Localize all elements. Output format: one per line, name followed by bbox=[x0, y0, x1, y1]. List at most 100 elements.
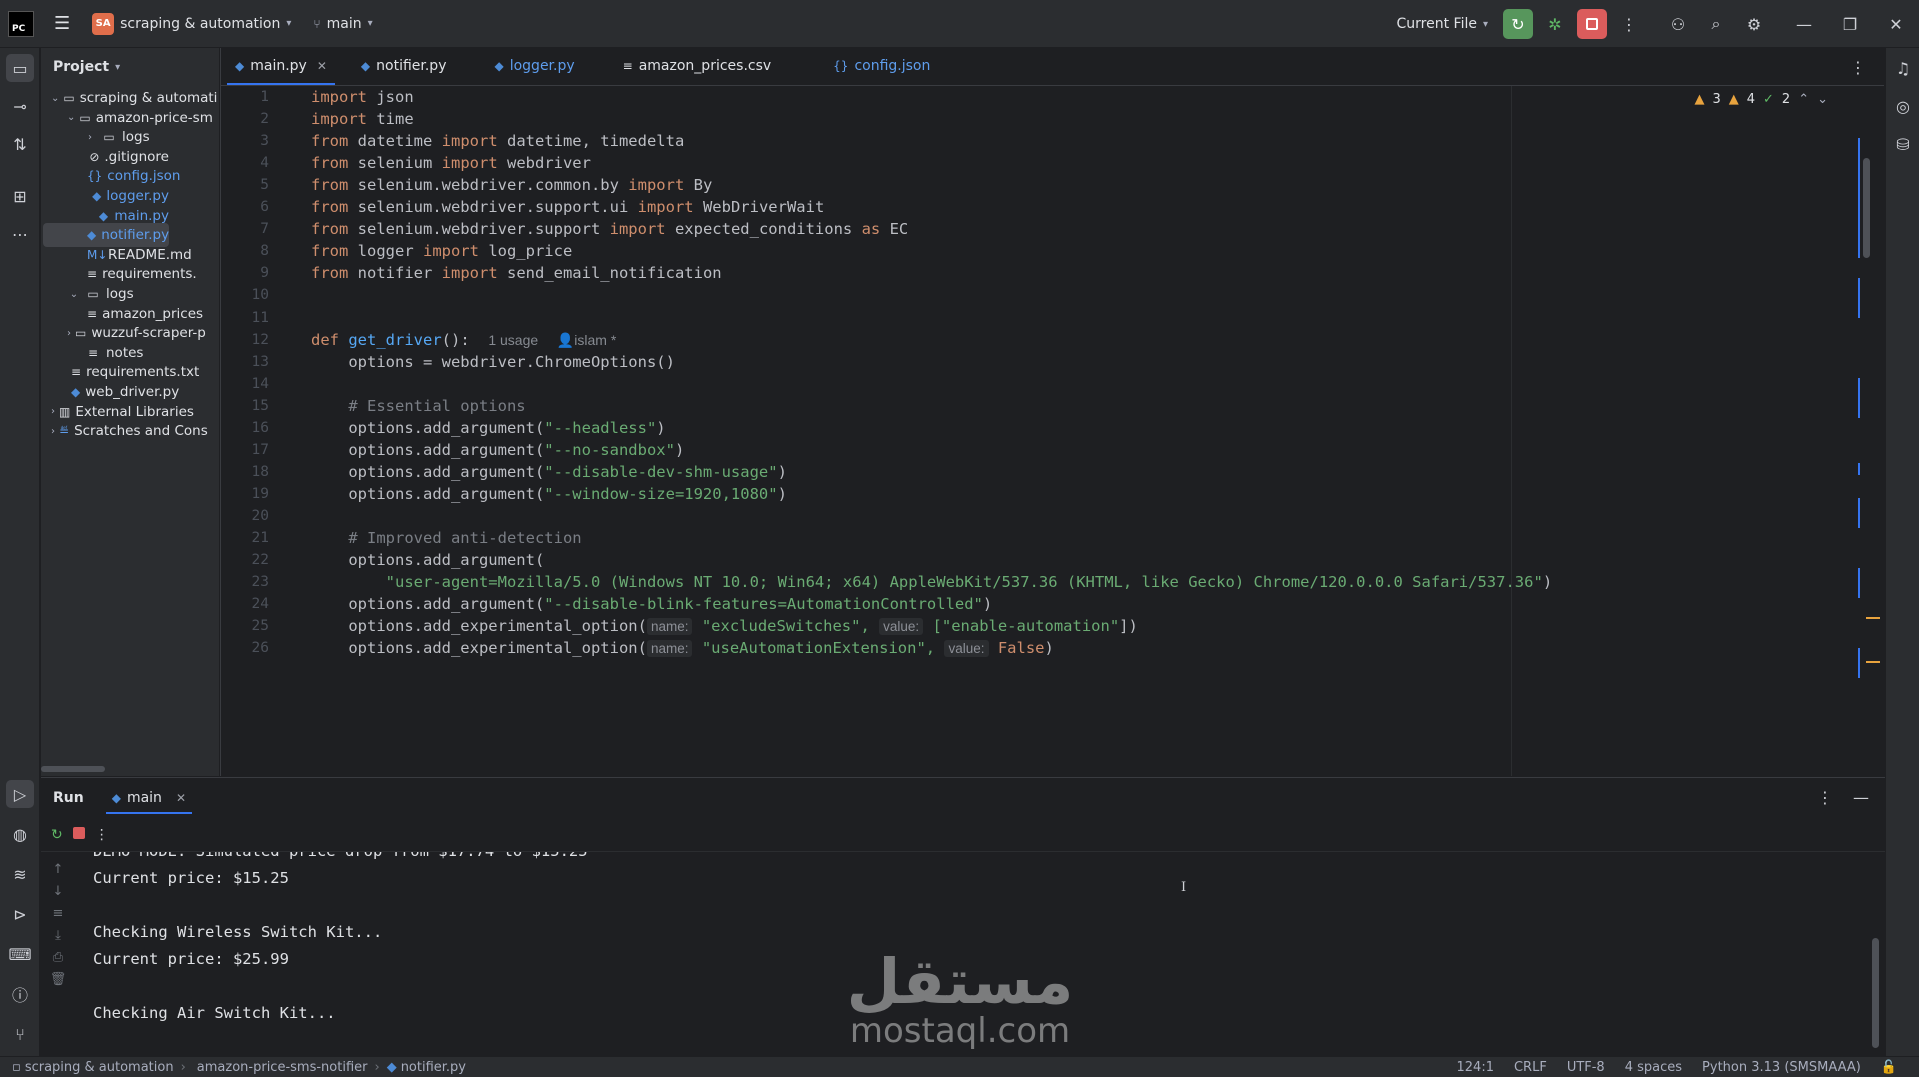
tab-options-button[interactable]: ⋮ bbox=[1850, 58, 1866, 77]
chevron-right-icon[interactable]: › bbox=[67, 328, 71, 339]
chevron-right-icon[interactable]: › bbox=[51, 426, 55, 437]
close-window-button[interactable]: ✕ bbox=[1873, 0, 1919, 48]
line-number: 10 bbox=[251, 287, 269, 304]
tab-notifier-py[interactable]: ◆ notifier.py bbox=[347, 48, 461, 85]
restore-window-button[interactable]: ❐ bbox=[1827, 0, 1873, 48]
search-everywhere-button[interactable]: ⌕ bbox=[1700, 8, 1732, 40]
horizontal-scrollbar[interactable] bbox=[41, 766, 105, 772]
problems-tool-button[interactable]: ⓘ bbox=[6, 980, 34, 1008]
tab-config-json[interactable]: {} config.json bbox=[819, 48, 944, 85]
commit-tool-button[interactable]: ⊸ bbox=[6, 92, 34, 120]
chevron-right-icon: › bbox=[374, 1059, 380, 1075]
code-line[interactable]: options.add_argument("--window-size=1920… bbox=[311, 481, 787, 508]
python-interpreter[interactable]: Python 3.13 (SMSMAAA) bbox=[1702, 1060, 1861, 1075]
python-icon: ◆ bbox=[360, 59, 371, 73]
pycharm-logo-icon: PC bbox=[8, 10, 34, 37]
change-stripe-mark[interactable] bbox=[1858, 463, 1860, 475]
line-separator[interactable]: CRLF bbox=[1514, 1060, 1547, 1075]
notifications-button[interactable]: ♫ bbox=[1889, 54, 1917, 82]
more-tools-button[interactable]: ⋯ bbox=[6, 220, 34, 248]
breadcrumb-item[interactable]: scraping & automation bbox=[25, 1060, 174, 1075]
chevron-down-icon[interactable]: ⌄ bbox=[51, 93, 59, 104]
soft-wrap-icon[interactable]: ≡ bbox=[49, 906, 67, 921]
chevron-down-icon[interactable]: ⌄ bbox=[67, 112, 75, 123]
scroll-down-icon[interactable]: ↓ bbox=[49, 884, 67, 899]
line-number: 23 bbox=[251, 574, 269, 591]
code-area[interactable]: import json import time from datetime impo… bbox=[311, 86, 1844, 776]
change-stripe-mark[interactable] bbox=[1858, 498, 1860, 528]
python-icon: ◆ bbox=[92, 189, 102, 203]
code-line[interactable]: options.add_experimental_option(name: "u… bbox=[311, 635, 1054, 662]
rerun-icon[interactable]: ↻ bbox=[51, 827, 63, 843]
caret-position[interactable]: 124:1 bbox=[1457, 1060, 1494, 1075]
run-tab-main[interactable]: ◆ main ✕ bbox=[105, 778, 193, 818]
python-console-tool-button[interactable]: ◍ bbox=[6, 820, 34, 848]
lock-icon[interactable]: 🔓 bbox=[1881, 1060, 1897, 1075]
terminal-tool-button[interactable]: ⌨ bbox=[6, 940, 34, 968]
change-stripe-mark[interactable] bbox=[1858, 378, 1860, 418]
git-tool-button[interactable]: ⑂ bbox=[6, 1020, 34, 1048]
pull-request-icon: ⇅ bbox=[13, 134, 27, 154]
chevron-right-icon[interactable]: › bbox=[83, 132, 97, 143]
change-stripe-mark[interactable] bbox=[1858, 278, 1860, 318]
project-panel-title: Project bbox=[53, 59, 110, 75]
stop-button[interactable] bbox=[1577, 9, 1607, 39]
tab-main-py[interactable]: ◆ main.py ✕ bbox=[221, 48, 341, 85]
file-encoding[interactable]: UTF-8 bbox=[1567, 1060, 1605, 1075]
python-packages-tool-button[interactable]: ≋ bbox=[6, 860, 34, 888]
breadcrumb-item[interactable]: amazon-price-sms-notifier bbox=[197, 1060, 368, 1075]
chevron-right-icon[interactable]: › bbox=[51, 406, 55, 417]
project-tool-button[interactable]: ▭ bbox=[6, 54, 34, 82]
ai-assistant-button[interactable]: ◎ bbox=[1889, 92, 1917, 120]
run-panel-title: Run bbox=[53, 790, 84, 806]
code-with-me-button[interactable]: ⚇ bbox=[1662, 8, 1694, 40]
print-icon[interactable]: ⎙ bbox=[49, 950, 67, 965]
scroll-up-icon[interactable]: ↑ bbox=[49, 862, 67, 877]
code-line[interactable]: from notifier import send_email_notifica… bbox=[311, 260, 722, 287]
settings-button[interactable]: ⚙ bbox=[1738, 8, 1770, 40]
minimize-window-button[interactable]: — bbox=[1781, 0, 1827, 48]
more-vertical-icon[interactable]: ⋮ bbox=[1817, 788, 1833, 807]
chevron-down-icon[interactable]: ⌄ bbox=[67, 289, 81, 300]
close-icon[interactable]: ✕ bbox=[317, 59, 327, 73]
usage-hint[interactable]: 1 usage bbox=[488, 332, 538, 348]
branch-switcher[interactable]: ⑂ main ▾ bbox=[307, 9, 378, 39]
python-console-icon: ◍ bbox=[13, 824, 27, 844]
run-tool-button[interactable]: ▷ bbox=[6, 780, 34, 808]
change-stripe-mark[interactable] bbox=[1858, 648, 1860, 678]
change-stripe-mark[interactable] bbox=[1858, 568, 1860, 598]
editor-vertical-scrollbar[interactable] bbox=[1863, 158, 1870, 258]
rerun-button[interactable]: ↻ bbox=[1503, 9, 1533, 39]
change-stripe-mark[interactable] bbox=[1858, 138, 1860, 258]
warning-stripe-mark[interactable] bbox=[1866, 661, 1880, 663]
trash-icon[interactable]: 🗑 bbox=[49, 972, 67, 987]
run-configuration-selector[interactable]: Current File ▾ bbox=[1391, 9, 1495, 39]
watermark-arabic: مستقل bbox=[846, 945, 1074, 1018]
more-vertical-icon[interactable]: ⋮ bbox=[95, 827, 109, 843]
close-icon[interactable]: ✕ bbox=[176, 791, 186, 805]
pull-requests-tool-button[interactable]: ⇅ bbox=[6, 130, 34, 158]
tree-item[interactable]: › ≝ Scratches and Cons bbox=[43, 419, 208, 443]
tab-amazon_prices-csv[interactable]: ≡ amazon_prices.csv bbox=[609, 48, 786, 85]
warning-stripe-mark[interactable] bbox=[1866, 617, 1880, 619]
main-menu-button[interactable]: ☰ bbox=[48, 9, 76, 39]
tab-logger-py[interactable]: ◆ logger.py bbox=[480, 48, 588, 85]
project-switcher[interactable]: SA scraping & automation ▾ bbox=[86, 9, 297, 39]
project-panel-header[interactable]: Project ▾ bbox=[41, 48, 219, 86]
scroll-to-end-icon[interactable]: ⤓ bbox=[49, 928, 67, 943]
bell-icon: ♫ bbox=[1895, 58, 1911, 78]
services-tool-button[interactable]: ⊳ bbox=[6, 900, 34, 928]
structure-tool-button[interactable]: ⊞ bbox=[6, 182, 34, 210]
more-actions-button[interactable]: ⋮ bbox=[1613, 8, 1645, 40]
code-line[interactable]: options = webdriver.ChromeOptions() bbox=[311, 349, 675, 376]
chevron-right-icon: › bbox=[180, 1059, 186, 1075]
console-scrollbar[interactable] bbox=[1872, 938, 1879, 1048]
indent-setting[interactable]: 4 spaces bbox=[1625, 1060, 1682, 1075]
database-button[interactable]: ⛁ bbox=[1889, 130, 1917, 158]
debug-button[interactable]: ✲ bbox=[1539, 8, 1571, 40]
minimize-panel-icon[interactable]: — bbox=[1853, 788, 1869, 807]
stop-icon[interactable] bbox=[72, 826, 85, 843]
breadcrumb-item[interactable]: notifier.py bbox=[401, 1060, 466, 1075]
problems-icon: ⓘ bbox=[11, 986, 28, 1005]
scratch-icon: ≝ bbox=[59, 424, 70, 439]
